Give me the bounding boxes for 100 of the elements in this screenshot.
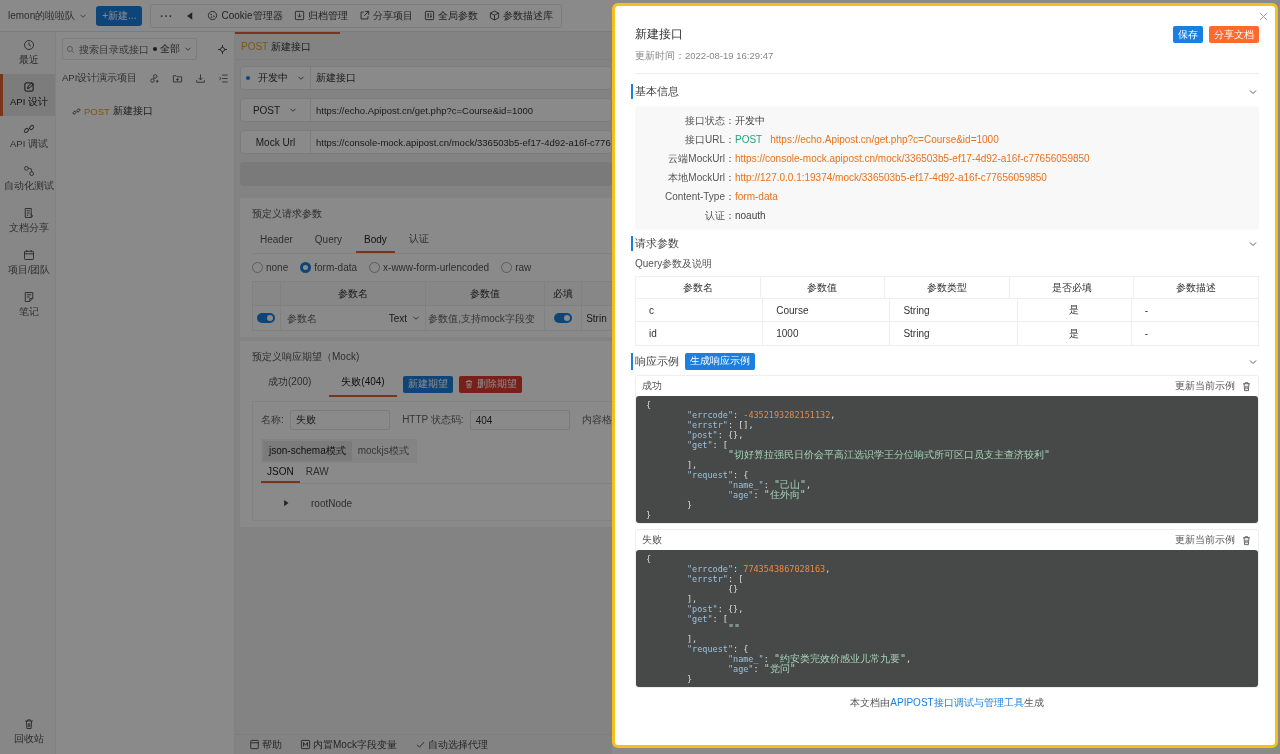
folder-add-icon[interactable] — [172, 73, 184, 84]
code-line: "age": "党问" — [726, 664, 796, 674]
clock-icon — [23, 39, 35, 51]
link-icon — [23, 123, 35, 135]
trash-icon[interactable] — [1241, 534, 1252, 546]
cookie-icon — [207, 10, 219, 21]
new-button[interactable]: +新建... — [96, 5, 143, 26]
table-cell: - — [1131, 299, 1259, 321]
param-name-field[interactable]: 参数名 — [284, 311, 365, 325]
toggle-switch[interactable] — [554, 313, 573, 323]
field-label: HTTP 状态码: — [402, 413, 464, 427]
tab[interactable]: Query — [306, 228, 351, 253]
info-value[interactable]: https://console-mock.apipost.cn/mock/336503b5-ef17-4d92-a16f-c77656059850 — [735, 153, 1090, 164]
toolbar-button[interactable]: Cookie管理器 — [207, 8, 283, 23]
nav-item[interactable]: 项目/团队 — [0, 242, 55, 284]
footer-button[interactable]: 自动选择代理 — [414, 737, 488, 752]
nav-item[interactable]: 最近 — [0, 32, 55, 74]
tree-item[interactable]: POST 新建接口 — [72, 105, 228, 118]
nav-item[interactable]: 回收站 — [0, 711, 55, 754]
tab[interactable]: RAW — [299, 463, 335, 483]
nav-item[interactable]: 文档分享 — [0, 200, 55, 242]
tree-node[interactable]: rootNode — [305, 492, 612, 514]
trash-icon[interactable] — [1241, 380, 1252, 392]
text-field[interactable]: 失败 — [289, 410, 391, 430]
expand-icon[interactable] — [281, 498, 291, 508]
code-line: ], — [685, 460, 699, 470]
nav-item[interactable]: API 设计 — [0, 74, 55, 116]
code-line: { — [646, 554, 653, 564]
info-label: 认证： — [704, 208, 735, 223]
document-icon — [23, 207, 35, 219]
section-title: 预定义响应期望（Mock) — [252, 350, 361, 364]
info-label: 云端MockUrl： — [667, 151, 735, 166]
locate-icon[interactable] — [217, 43, 228, 55]
example-name: 成功 — [642, 379, 662, 393]
info-label: 接口状态： — [684, 113, 735, 128]
type-select[interactable]: Text — [388, 312, 422, 324]
code-line: "errstr": [ — [685, 574, 745, 584]
mode-tab[interactable]: json-schema模式 — [263, 441, 352, 461]
update-button[interactable]: 更新当前示例 — [1175, 533, 1235, 547]
info-value: noauth — [735, 210, 766, 221]
table-cell: 是 — [1017, 299, 1132, 321]
method-tag: POST — [735, 134, 763, 145]
trash-icon — [463, 379, 474, 389]
tab[interactable]: Body — [356, 228, 395, 253]
nav-item[interactable]: 笔记 — [0, 284, 55, 326]
info-value[interactable]: https://echo.Apipost.cn/get.php?c=Course&id=1000 — [770, 134, 999, 145]
tab[interactable]: Header — [252, 228, 301, 253]
delete-button[interactable]: 删除期望 — [458, 375, 522, 393]
radio-option[interactable]: x-www-form-urlencoded — [369, 262, 490, 273]
project-name: API设计演示项目 — [62, 72, 138, 85]
code-line: ], — [685, 634, 699, 644]
check-icon — [414, 739, 426, 750]
column-header: 参数值 — [760, 277, 886, 298]
tab[interactable]: 认证 — [400, 228, 437, 253]
tab[interactable]: JSON — [261, 463, 300, 483]
nav-item[interactable]: API 调试 — [0, 116, 55, 158]
share-button[interactable]: 分享文档 — [1209, 26, 1259, 43]
info-value[interactable]: form-data — [735, 191, 778, 202]
tab[interactable]: 失败(404) — [329, 371, 397, 397]
download-icon[interactable] — [195, 73, 207, 84]
new-button[interactable]: 新建期望 — [402, 375, 453, 393]
footer-button[interactable]: 帮助 — [249, 737, 282, 752]
toggle-switch[interactable] — [257, 313, 276, 323]
field-label: 名称: — [261, 413, 284, 427]
footer-link[interactable]: APIPOST接口调试与管理工具 — [890, 697, 1024, 708]
update-button[interactable]: 更新当前示例 — [1175, 379, 1235, 393]
code-line: "post": {}, — [685, 604, 745, 614]
m-box-icon — [300, 739, 311, 750]
param-value-field[interactable]: 参数值,支持mock字段变 — [426, 311, 545, 325]
code-line: "request": { — [685, 644, 750, 654]
node-add-icon[interactable] — [149, 73, 161, 84]
footer-button[interactable]: 内置Mock字段变量 — [300, 737, 397, 752]
table-cell: c — [636, 299, 764, 321]
code-line: "age": "住外向" — [726, 490, 807, 500]
info-value[interactable]: http://127.0.0.1:19374/mock/336503b5-ef17-4d92-a16f-c77656059850 — [735, 172, 1047, 183]
close-icon[interactable] — [1258, 11, 1269, 22]
list-icon[interactable] — [218, 73, 230, 84]
code-line: "get": [ — [685, 440, 729, 450]
radio-option[interactable]: raw — [501, 262, 532, 273]
tab[interactable]: 成功(200) — [256, 371, 324, 397]
info-label: 接口URL： — [684, 132, 735, 147]
toolbar-button[interactable]: 参数描述库 — [488, 8, 553, 23]
radio-option[interactable]: none — [252, 262, 289, 273]
toolbar-button[interactable]: 归档管理 — [293, 8, 348, 23]
text-field[interactable]: 404 — [469, 410, 570, 430]
column-header: 必填 — [545, 282, 583, 305]
footer-note: 本文档由APIPOST接口调试与管理工具生成 — [849, 696, 1045, 710]
toolbar-button[interactable]: 全局参数 — [423, 8, 478, 23]
code-line: } — [685, 674, 694, 684]
save-button[interactable]: 保存 — [1173, 26, 1203, 43]
team-switcher[interactable]: lemon的啦啦队 — [8, 8, 89, 23]
toolbar-button[interactable]: 分享项目 — [358, 8, 413, 23]
nav-item[interactable]: 自动化测试 — [0, 158, 55, 200]
generate-button[interactable]: 生成响应示例 — [685, 353, 755, 370]
mode-tab[interactable]: mockjs模式 — [351, 441, 415, 461]
code-line: "errstr": [], — [685, 420, 755, 430]
code-line: "name_": "己山", — [727, 480, 813, 490]
calendar-icon — [23, 249, 35, 261]
radio-option[interactable]: form-data — [300, 262, 358, 273]
link-icon — [72, 107, 81, 116]
